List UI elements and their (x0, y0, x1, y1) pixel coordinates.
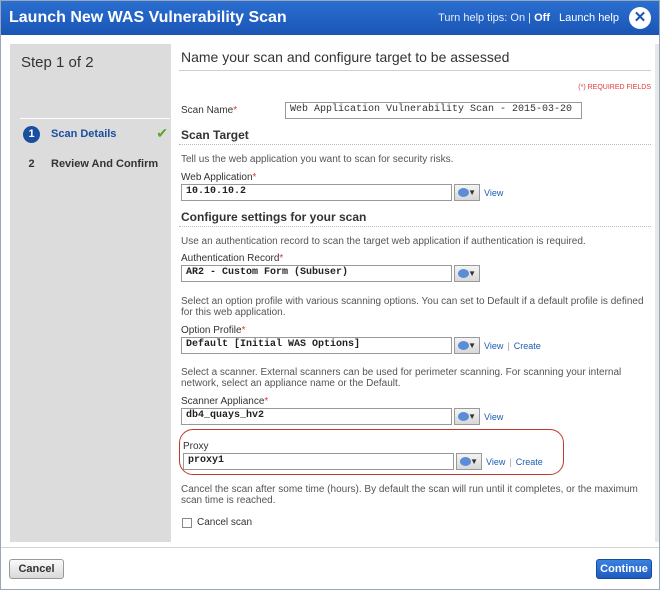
auth-record-note: Use an authentication record to scan the… (181, 236, 586, 247)
sidebar-divider (20, 118, 170, 119)
web-application-dropdown-button[interactable]: ▼ (454, 184, 480, 201)
sidebar-item-scan-details[interactable]: 1 Scan Details ✔ (20, 121, 168, 149)
web-application-links: View (484, 188, 503, 198)
cancel-scan-checkbox[interactable] (182, 518, 192, 528)
proxy-links: View | Create (486, 457, 543, 467)
scanner-appliance-note: Select a scanner. External scanners can … (181, 367, 622, 389)
chevron-down-icon: ▼ (468, 188, 476, 197)
chevron-down-icon: ▼ (468, 269, 476, 278)
help-tips-on[interactable]: On (510, 12, 525, 24)
sidebar-item-label: Review And Confirm (51, 158, 159, 170)
form-heading: Name your scan and configure target to b… (181, 49, 510, 65)
option-profile-view-link[interactable]: View (484, 341, 503, 351)
option-profile-links: View | Create (484, 341, 541, 351)
option-profile-create-link[interactable]: Create (514, 341, 541, 351)
scanner-appliance-links: View (484, 412, 503, 422)
auth-record-select[interactable]: AR2 - Custom Form (Subuser) (181, 265, 452, 282)
continue-button[interactable]: Continue (596, 559, 652, 579)
proxy-view-link[interactable]: View (486, 457, 505, 467)
wizard-steps-sidebar: Step 1 of 2 1 Scan Details ✔ 2 Review An… (10, 44, 171, 542)
checkmark-icon: ✔ (156, 125, 168, 141)
required-star: * (233, 105, 238, 116)
cancel-button[interactable]: Cancel (9, 559, 64, 579)
chevron-down-icon: ▼ (468, 412, 476, 421)
option-profile-note: Select an option profile with various sc… (181, 296, 644, 318)
option-profile-dropdown-button[interactable]: ▼ (454, 337, 480, 354)
footer-divider (1, 547, 659, 548)
scan-name-label: Scan Name* (181, 105, 237, 116)
auth-record-label: Authentication Record* (181, 253, 283, 264)
proxy-label: Proxy (183, 441, 209, 452)
option-profile-label-text: Option Profile (181, 325, 242, 336)
chevron-down-icon: ▼ (470, 457, 478, 466)
help-tips-sep: | (528, 12, 532, 24)
configure-settings-title: Configure settings for your scan (181, 210, 367, 224)
scanner-appliance-dropdown-button[interactable]: ▼ (454, 408, 480, 425)
step-indicator: Step 1 of 2 (21, 54, 94, 71)
close-icon[interactable]: ✕ (629, 7, 651, 29)
required-fields-note: (*) REQUIRED FIELDS (578, 84, 651, 91)
proxy-dropdown-button[interactable]: ▼ (456, 453, 482, 470)
scan-dialog: Launch New WAS Vulnerability Scan Turn h… (0, 0, 660, 590)
required-star: * (241, 325, 246, 336)
web-application-label-text: Web Application (181, 172, 253, 183)
scan-name-label-text: Scan Name (181, 105, 234, 116)
dialog-title: Launch New WAS Vulnerability Scan (9, 9, 287, 26)
scanner-appliance-select[interactable]: db4_quays_hv2 (181, 408, 452, 425)
launch-help-link[interactable]: Launch help (559, 12, 619, 24)
proxy-create-link[interactable]: Create (516, 457, 543, 467)
scan-target-note: Tell us the web application you want to … (181, 154, 454, 165)
sidebar-item-review-and-confirm[interactable]: 2 Review And Confirm (20, 151, 168, 179)
section-divider (179, 226, 651, 227)
help-tips-prefix: Turn help tips: (438, 12, 508, 24)
link-separator: | (507, 341, 510, 351)
form-scrollbar[interactable] (655, 44, 659, 542)
scanner-appliance-label: Scanner Appliance* (181, 396, 268, 407)
chevron-down-icon: ▼ (468, 341, 476, 350)
option-profile-select[interactable]: Default [Initial WAS Options] (181, 337, 452, 354)
step-number: 2 (28, 158, 35, 170)
auth-record-label-text: Authentication Record (181, 253, 280, 264)
web-application-label: Web Application* (181, 172, 256, 183)
option-profile-label: Option Profile* (181, 325, 246, 336)
dialog-titlebar: Launch New WAS Vulnerability Scan Turn h… (1, 1, 659, 35)
web-application-select[interactable]: 10.10.10.2 (181, 184, 452, 201)
required-star: * (252, 172, 257, 183)
web-application-view-link[interactable]: View (484, 188, 503, 198)
heading-divider (179, 70, 651, 71)
scanner-appliance-view-link[interactable]: View (484, 412, 503, 422)
cancel-scan-note: Cancel the scan after some time (hours).… (181, 484, 638, 506)
required-star: * (279, 253, 284, 264)
help-tips-off[interactable]: Off (534, 12, 550, 24)
scan-name-input[interactable]: Web Application Vulnerability Scan - 201… (285, 102, 582, 119)
scan-target-title: Scan Target (181, 128, 249, 142)
step-number: 1 (23, 126, 40, 143)
help-tips: Turn help tips: On | Off Launch help (438, 12, 619, 24)
sidebar-item-label: Scan Details (51, 128, 117, 140)
scan-details-form: Name your scan and configure target to b… (179, 44, 651, 542)
cancel-scan-label: Cancel scan (197, 517, 253, 528)
link-separator: | (509, 457, 512, 467)
auth-record-dropdown-button[interactable]: ▼ (454, 265, 480, 282)
scanner-appliance-label-text: Scanner Appliance (181, 396, 265, 407)
required-star: * (264, 396, 269, 407)
section-divider (179, 144, 651, 145)
proxy-select[interactable]: proxy1 (183, 453, 454, 470)
